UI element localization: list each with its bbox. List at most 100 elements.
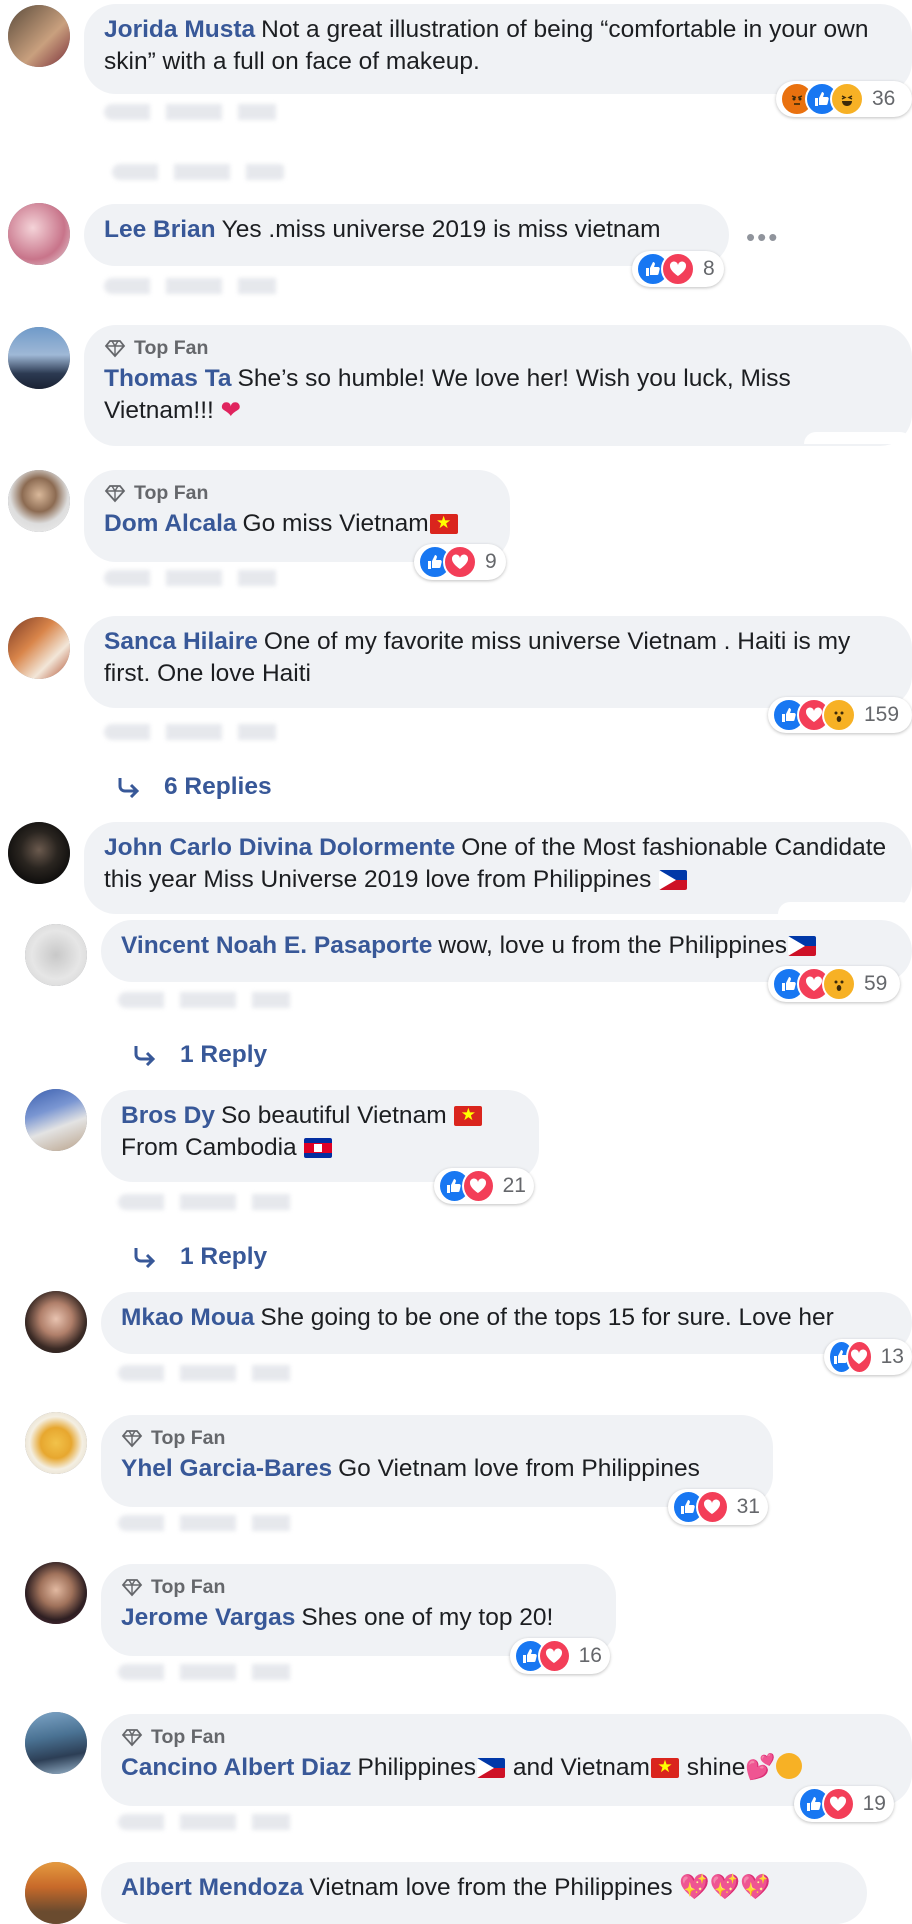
comment-author[interactable]: Cancino Albert Diaz xyxy=(121,1754,352,1781)
diamond-badge-icon xyxy=(104,337,126,359)
diamond-badge-icon xyxy=(121,1576,143,1598)
top-fan-badge: Top Fan xyxy=(121,1425,753,1451)
avatar[interactable] xyxy=(25,1712,87,1774)
comment-author[interactable]: Lee Brian xyxy=(104,216,216,243)
comment-author[interactable]: Thomas Ta xyxy=(104,365,232,392)
reply-arrow-icon xyxy=(116,776,142,798)
view-replies-link[interactable]: 1 Reply xyxy=(132,1243,267,1271)
reaction-summary[interactable]: 19 xyxy=(794,1786,894,1822)
love-icon xyxy=(661,252,695,286)
comment-author[interactable]: Yhel Garcia-Bares xyxy=(121,1455,332,1482)
wow-icon xyxy=(822,967,856,1001)
top-fan-badge: Top Fan xyxy=(121,1574,596,1600)
comment-author[interactable]: Bros Dy xyxy=(121,1102,215,1129)
love-icon xyxy=(461,1169,495,1203)
comment-author[interactable]: Vincent Noah E. Pasaporte xyxy=(121,932,432,959)
love-icon xyxy=(537,1639,571,1673)
two-hearts-emoji-icon: 💕 xyxy=(745,1754,776,1781)
love-icon xyxy=(443,545,477,579)
haha-icon xyxy=(830,82,864,116)
reaction-count: 13 xyxy=(880,1345,904,1368)
comment-text-mid: and Vietnam xyxy=(512,1754,650,1781)
reaction-summary[interactable]: 13 xyxy=(824,1339,912,1375)
comment-text: Philippines xyxy=(357,1754,477,1781)
comment-actions[interactable] xyxy=(104,104,294,120)
reaction-summary[interactable]: 159 xyxy=(768,697,912,733)
comment-actions[interactable] xyxy=(104,278,294,294)
reaction-count: 19 xyxy=(862,1792,886,1815)
kiss-emoji-icon xyxy=(775,1753,802,1779)
avatar[interactable] xyxy=(25,1562,87,1624)
reaction-summary[interactable]: 8 xyxy=(632,251,724,287)
comment-actions[interactable] xyxy=(118,1365,398,1381)
comment-actions[interactable] xyxy=(118,992,298,1008)
avatar[interactable] xyxy=(25,1862,87,1924)
view-replies-link[interactable]: 6 Replies xyxy=(116,773,272,801)
reaction-summary[interactable]: 59 xyxy=(768,966,900,1002)
reaction-summary[interactable]: 9 xyxy=(414,544,506,580)
comment-actions[interactable] xyxy=(104,724,294,740)
avatar[interactable] xyxy=(25,1291,87,1353)
comment-bubble: Top Fan Cancino Albert Diaz Philippines a… xyxy=(101,1714,912,1806)
reaction-count: 21 xyxy=(502,1174,526,1197)
comment-author[interactable]: Dom Alcala xyxy=(104,510,237,537)
reaction-count: 8 xyxy=(703,257,715,280)
avatar[interactable] xyxy=(25,924,87,986)
reaction-count: 31 xyxy=(736,1495,760,1518)
comment-text-line-2: From Cambodia xyxy=(121,1134,297,1161)
comment-actions[interactable] xyxy=(118,1664,298,1680)
comment-author[interactable]: Sanca Hilaire xyxy=(104,628,258,655)
comment-author[interactable]: Albert Mendoza xyxy=(121,1874,303,1901)
comment-author[interactable]: Mkao Moua xyxy=(121,1304,254,1331)
more-options-icon[interactable]: ••• xyxy=(746,222,779,253)
comment-text: So beautiful Vietnam xyxy=(220,1102,447,1129)
comment-bubble: Top Fan Thomas Ta She’s so humble! We lov… xyxy=(84,325,912,446)
comment-text: Yes .miss universe 2019 is miss vietnam xyxy=(221,216,661,243)
reaction-summary[interactable] xyxy=(804,432,912,444)
reaction-summary[interactable]: 36 xyxy=(776,81,912,117)
avatar[interactable] xyxy=(25,1412,87,1474)
comment-author[interactable]: Jorida Musta xyxy=(104,16,255,43)
sparkling-hearts-emoji-icon: 💖💖💖 xyxy=(679,1874,771,1901)
avatar[interactable] xyxy=(8,470,70,532)
avatar[interactable] xyxy=(25,1089,87,1151)
reply-arrow-icon xyxy=(132,1044,158,1066)
comment-bubble: Jorida Musta Not a great illustration of … xyxy=(84,4,912,94)
comment-text: Shes one of my top 20! xyxy=(301,1604,554,1631)
comment-text: She going to be one of the tops 15 for s… xyxy=(260,1304,834,1331)
comment-actions[interactable] xyxy=(118,1814,298,1830)
reaction-summary[interactable]: 16 xyxy=(510,1638,610,1674)
comment-bubble: Lee Brian Yes .miss universe 2019 is miss… xyxy=(84,204,729,266)
love-icon xyxy=(845,1340,873,1374)
comment-text: Go miss Vietnam xyxy=(242,510,429,537)
comment-actions[interactable] xyxy=(104,570,294,586)
top-fan-badge: Top Fan xyxy=(104,335,892,361)
comment-bubble: John Carlo Divina Dolormente One of the M… xyxy=(84,822,912,914)
comment-bubble: Mkao Moua She going to be one of the tops… xyxy=(101,1292,912,1354)
reaction-summary[interactable]: 31 xyxy=(668,1489,768,1525)
philippines-flag-icon xyxy=(659,870,688,890)
love-icon xyxy=(695,1490,729,1524)
comment-author[interactable]: John Carlo Divina Dolormente xyxy=(104,834,455,861)
avatar[interactable] xyxy=(8,822,70,884)
comment-text: wow, love u from the Philippines xyxy=(438,932,787,959)
reaction-count: 59 xyxy=(864,972,888,995)
vietnam-flag-icon xyxy=(454,1106,483,1126)
cambodia-flag-icon xyxy=(304,1138,333,1158)
vietnam-flag-icon xyxy=(650,1758,679,1778)
top-fan-badge: Top Fan xyxy=(104,480,490,506)
comment-text-end: shine xyxy=(686,1754,746,1781)
philippines-flag-icon xyxy=(787,936,816,956)
comment-actions[interactable] xyxy=(118,1194,298,1210)
reaction-summary[interactable]: 21 xyxy=(434,1168,534,1204)
avatar[interactable] xyxy=(8,327,70,389)
comment-author[interactable]: Jerome Vargas xyxy=(121,1604,295,1631)
avatar[interactable] xyxy=(8,203,70,265)
view-replies-link[interactable]: 1 Reply xyxy=(132,1041,267,1069)
wow-icon xyxy=(822,698,856,732)
reaction-summary[interactable] xyxy=(778,902,912,914)
replies-link[interactable] xyxy=(112,164,287,180)
avatar[interactable] xyxy=(8,5,70,67)
avatar[interactable] xyxy=(8,617,70,679)
comment-actions[interactable] xyxy=(118,1515,298,1531)
